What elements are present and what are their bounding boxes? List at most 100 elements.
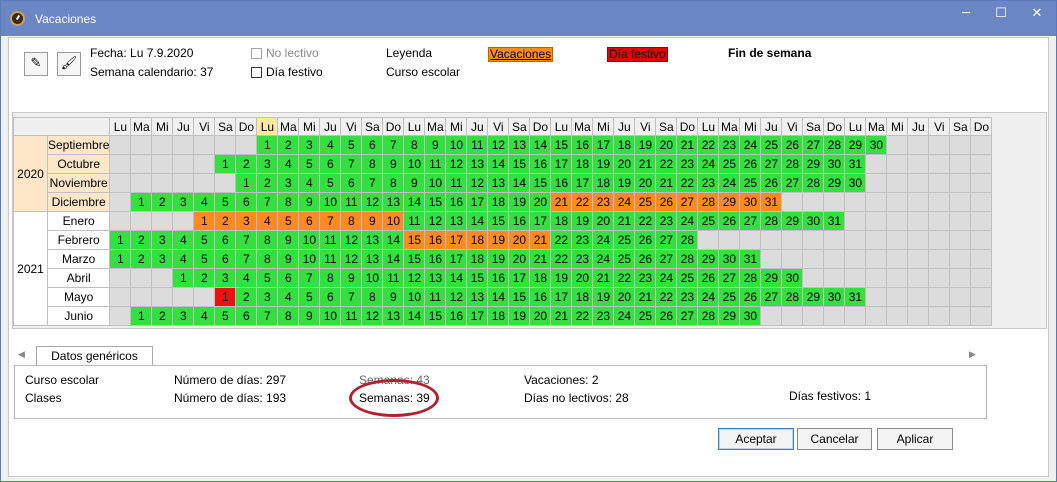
day-cell[interactable]: 24 bbox=[676, 211, 699, 231]
day-cell[interactable]: 26 bbox=[697, 268, 720, 288]
day-cell[interactable]: 5 bbox=[214, 306, 237, 326]
dia-festivo-checkbox[interactable]: Día festivo bbox=[251, 65, 323, 79]
day-cell[interactable]: 18 bbox=[592, 173, 615, 193]
day-cell[interactable]: 24 bbox=[718, 173, 741, 193]
day-cell[interactable]: 21 bbox=[529, 230, 552, 250]
day-cell[interactable]: 2 bbox=[235, 287, 258, 307]
day-cell[interactable]: 24 bbox=[655, 268, 678, 288]
day-cell[interactable]: 4 bbox=[172, 230, 195, 250]
day-cell[interactable]: 16 bbox=[508, 211, 531, 231]
day-cell[interactable]: 22 bbox=[571, 306, 594, 326]
day-cell[interactable]: 11 bbox=[319, 249, 342, 269]
day-cell[interactable]: 17 bbox=[571, 173, 594, 193]
tab-scroll-left-icon[interactable]: ◀ bbox=[18, 349, 25, 360]
day-cell[interactable]: 2 bbox=[256, 173, 279, 193]
day-cell[interactable]: 2 bbox=[130, 249, 153, 269]
day-cell[interactable]: 25 bbox=[739, 173, 762, 193]
day-cell[interactable]: 19 bbox=[487, 230, 510, 250]
day-cell[interactable]: 9 bbox=[277, 249, 300, 269]
day-cell[interactable]: 10 bbox=[319, 306, 342, 326]
day-cell[interactable]: 7 bbox=[319, 211, 342, 231]
day-cell[interactable]: 13 bbox=[508, 135, 531, 155]
day-cell[interactable]: 16 bbox=[445, 306, 468, 326]
day-cell[interactable]: 2 bbox=[235, 154, 258, 174]
day-cell[interactable]: 30 bbox=[844, 173, 867, 193]
day-cell[interactable]: 9 bbox=[340, 268, 363, 288]
day-cell[interactable]: 17 bbox=[550, 154, 573, 174]
day-cell[interactable]: 18 bbox=[550, 211, 573, 231]
day-cell[interactable]: 10 bbox=[298, 230, 321, 250]
day-cell[interactable]: 14 bbox=[445, 268, 468, 288]
day-cell[interactable]: 12 bbox=[466, 173, 489, 193]
day-cell[interactable]: 21 bbox=[550, 306, 573, 326]
day-cell[interactable]: 12 bbox=[487, 135, 510, 155]
day-cell[interactable]: 25 bbox=[718, 287, 741, 307]
day-cell[interactable]: 12 bbox=[424, 211, 447, 231]
day-cell[interactable]: 3 bbox=[298, 135, 321, 155]
day-cell[interactable]: 16 bbox=[529, 154, 552, 174]
day-cell[interactable]: 3 bbox=[256, 287, 279, 307]
day-cell[interactable]: 18 bbox=[571, 154, 594, 174]
day-cell[interactable]: 24 bbox=[697, 287, 720, 307]
day-cell[interactable]: 24 bbox=[592, 249, 615, 269]
day-cell[interactable]: 28 bbox=[760, 211, 783, 231]
day-cell[interactable]: 1 bbox=[193, 211, 216, 231]
day-cell[interactable]: 10 bbox=[319, 192, 342, 212]
day-cell[interactable]: 29 bbox=[718, 306, 741, 326]
day-cell[interactable]: 5 bbox=[256, 268, 279, 288]
day-cell[interactable]: 11 bbox=[466, 135, 489, 155]
day-cell[interactable]: 20 bbox=[508, 249, 531, 269]
day-cell[interactable]: 29 bbox=[802, 154, 825, 174]
day-cell[interactable]: 14 bbox=[403, 192, 426, 212]
day-cell[interactable]: 31 bbox=[739, 249, 762, 269]
day-cell[interactable]: 25 bbox=[760, 135, 783, 155]
day-cell[interactable]: 18 bbox=[613, 135, 636, 155]
day-cell[interactable]: 17 bbox=[445, 249, 468, 269]
day-cell[interactable]: 29 bbox=[697, 249, 720, 269]
day-cell[interactable]: 3 bbox=[277, 173, 300, 193]
day-cell[interactable]: 2 bbox=[277, 135, 300, 155]
day-cell[interactable]: 21 bbox=[634, 154, 657, 174]
day-cell[interactable]: 1 bbox=[109, 249, 132, 269]
day-cell[interactable]: 19 bbox=[571, 211, 594, 231]
day-cell[interactable]: 7 bbox=[382, 135, 405, 155]
day-cell[interactable]: 23 bbox=[676, 154, 699, 174]
day-cell[interactable]: 8 bbox=[361, 154, 384, 174]
day-cell[interactable]: 16 bbox=[529, 287, 552, 307]
tab-scroll-right-icon[interactable]: ▶ bbox=[969, 349, 976, 360]
day-cell[interactable]: 14 bbox=[508, 173, 531, 193]
day-cell[interactable]: 12 bbox=[403, 268, 426, 288]
day-cell[interactable]: 26 bbox=[781, 135, 804, 155]
day-cell[interactable]: 10 bbox=[403, 154, 426, 174]
day-cell[interactable]: 11 bbox=[340, 306, 363, 326]
day-cell[interactable]: 1 bbox=[256, 135, 279, 155]
day-cell[interactable]: 9 bbox=[361, 211, 384, 231]
day-cell[interactable]: 13 bbox=[445, 211, 468, 231]
day-cell[interactable]: 6 bbox=[319, 154, 342, 174]
day-cell[interactable]: 4 bbox=[235, 268, 258, 288]
day-cell[interactable]: 27 bbox=[718, 268, 741, 288]
day-cell[interactable]: 8 bbox=[256, 230, 279, 250]
day-cell[interactable]: 23 bbox=[697, 173, 720, 193]
day-cell[interactable]: 14 bbox=[487, 287, 510, 307]
day-cell[interactable]: 3 bbox=[151, 230, 174, 250]
day-cell[interactable]: 19 bbox=[613, 173, 636, 193]
day-cell[interactable]: 27 bbox=[802, 135, 825, 155]
day-cell[interactable]: 28 bbox=[781, 154, 804, 174]
day-cell[interactable]: 13 bbox=[382, 192, 405, 212]
day-cell[interactable]: 3 bbox=[172, 192, 195, 212]
day-cell[interactable]: 12 bbox=[361, 306, 384, 326]
day-cell[interactable]: 27 bbox=[760, 287, 783, 307]
day-cell[interactable]: 15 bbox=[466, 268, 489, 288]
day-cell[interactable]: 25 bbox=[634, 192, 657, 212]
day-cell[interactable]: 17 bbox=[592, 135, 615, 155]
apply-button[interactable]: Aplicar bbox=[877, 428, 953, 450]
day-cell[interactable]: 19 bbox=[634, 135, 657, 155]
day-cell[interactable]: 4 bbox=[193, 192, 216, 212]
day-cell[interactable]: 15 bbox=[487, 211, 510, 231]
day-cell[interactable]: 29 bbox=[718, 192, 741, 212]
day-cell[interactable]: 23 bbox=[571, 230, 594, 250]
day-cell[interactable]: 26 bbox=[634, 249, 657, 269]
day-cell[interactable]: 19 bbox=[508, 192, 531, 212]
day-cell[interactable]: 4 bbox=[319, 135, 342, 155]
